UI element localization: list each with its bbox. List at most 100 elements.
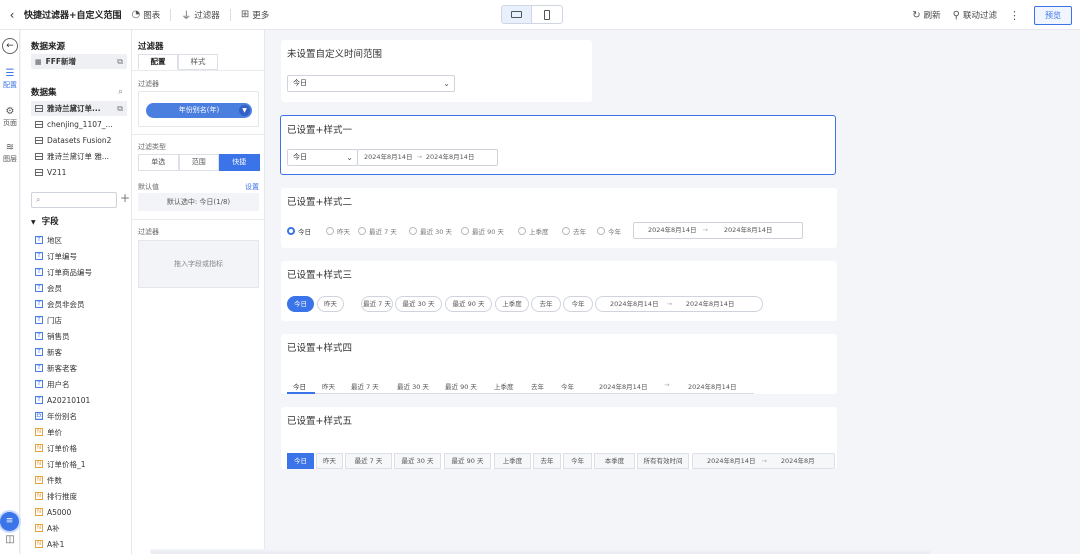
quick-range-chip[interactable]: 今年 xyxy=(563,296,593,312)
dataset-item[interactable]: V211 xyxy=(31,165,127,180)
field-item[interactable]: D 年份别名 xyxy=(35,409,77,423)
fields-heading[interactable]: ▼ 字段 xyxy=(31,215,59,227)
field-item[interactable]: T 地区 xyxy=(35,233,62,247)
quick-range-button[interactable]: 所有有效时间 xyxy=(637,453,689,469)
type-quick-button[interactable]: 快捷 xyxy=(219,154,260,171)
more-button[interactable]: ⊞ 更多 xyxy=(241,9,269,21)
field-search-input[interactable]: ⌕ xyxy=(31,192,117,208)
dataset-item[interactable]: Datasets Fusion2 xyxy=(31,133,127,148)
dataset-item[interactable]: 雅诗兰黛订单... ⧉ xyxy=(31,101,127,116)
tab-style[interactable]: 样式 xyxy=(178,54,218,70)
linked-filter-button[interactable]: ⚲ 联动过滤 xyxy=(953,9,997,22)
field-item[interactable]: N A5000 xyxy=(35,505,71,519)
field-item[interactable]: N A补1 xyxy=(35,537,64,551)
collapse-icon[interactable]: ← xyxy=(2,38,18,54)
field-item[interactable]: T 会员非会员 xyxy=(35,297,85,311)
rail-page[interactable]: ⚙ 页面 xyxy=(0,106,20,128)
quick-range-button[interactable]: 昨天 xyxy=(316,453,343,469)
filter-card[interactable]: 已设置+样式三 今日 昨天 最近 7 天最近 30 天最近 90 天上季度 去年 今年 … xyxy=(281,261,837,321)
quick-range-tab[interactable]: 最近 7 天 xyxy=(351,381,379,391)
type-range-button[interactable]: 范围 xyxy=(178,154,219,171)
filter-card[interactable]: 已设置+样式二 今日 昨天 最近 7 天最近 30 天最近 90 天上季度 去年 今年 … xyxy=(281,188,837,248)
quick-range-chip[interactable]: 最近 30 天 xyxy=(395,296,442,312)
quick-range-button[interactable]: 去年 xyxy=(533,453,561,469)
field-drop-zone[interactable]: 拖入字段或指标 xyxy=(138,240,259,288)
radio-option[interactable]: 最近 90 天 xyxy=(461,226,504,236)
field-item[interactable]: T A20210101 xyxy=(35,393,90,407)
filter-field-pill[interactable]: 年份别名(年) ▼ xyxy=(146,103,252,118)
date-range[interactable]: 2024年8月14日 → 2024年8月 xyxy=(692,453,835,469)
quick-range-tab[interactable]: 去年 xyxy=(531,381,544,391)
quick-range-chip[interactable]: 去年 xyxy=(531,296,561,312)
quick-range-tab[interactable]: 昨天 xyxy=(322,381,335,391)
radio-option[interactable]: 上季度 xyxy=(518,226,549,236)
filter-card[interactable]: 已设置+样式五 今日 昨天 最近 7 天最近 30 天最近 90 天上季度 去年 今年本… xyxy=(281,407,837,469)
quick-range-chip[interactable]: 上季度 xyxy=(495,296,529,312)
date-from[interactable]: 2024年8月14日 xyxy=(599,381,647,391)
quick-range-button[interactable]: 最近 90 天 xyxy=(444,453,491,469)
add-field-icon[interactable]: + xyxy=(120,191,130,205)
more-vertical-icon[interactable]: ⋮ xyxy=(1009,9,1020,22)
rail-config[interactable]: ☰ 配置 xyxy=(0,68,20,90)
field-item[interactable]: T 门店 xyxy=(35,313,62,327)
field-item[interactable]: N 订单价格_1 xyxy=(35,457,86,471)
radio-option[interactable]: 今日 xyxy=(287,226,311,236)
filter-card[interactable]: 未设置自定义时间范围 今日 ⌄ xyxy=(281,40,592,102)
quick-range-tab[interactable]: 最近 30 天 xyxy=(397,381,429,391)
quick-range-button[interactable]: 今日 xyxy=(287,453,314,469)
field-item[interactable]: T 新客老客 xyxy=(35,361,77,375)
filter-card-selected[interactable]: 已设置+样式一 今日 ⌄ 2024年8月14日 → 2024年8月14日 xyxy=(280,115,836,175)
quick-range-button[interactable]: 今年 xyxy=(563,453,592,469)
date-to[interactable]: 2024年8月14日 xyxy=(688,381,736,391)
field-item[interactable]: N 订单价格 xyxy=(35,441,77,455)
quick-range-tab[interactable]: 今年 xyxy=(561,381,574,391)
field-item[interactable]: N A补 xyxy=(35,521,60,535)
field-item[interactable]: N 单价 xyxy=(35,425,62,439)
mobile-view-button[interactable] xyxy=(532,6,562,23)
quick-range-button[interactable]: 上季度 xyxy=(494,453,531,469)
quick-range-button[interactable]: 本季度 xyxy=(594,453,635,469)
desktop-view-button[interactable] xyxy=(502,6,532,23)
refresh-button[interactable]: ↻ 刷新 xyxy=(912,9,940,22)
dataset-item[interactable]: chenjing_1107_... xyxy=(31,117,127,132)
field-item[interactable]: N 件数 xyxy=(35,473,62,487)
data-source-item[interactable]: ▦ FFF新增 ⧉ xyxy=(31,54,127,69)
quick-range-button[interactable]: 最近 7 天 xyxy=(345,453,392,469)
rail-layer[interactable]: ≋ 图层 xyxy=(0,142,20,164)
panel-toggle-icon[interactable]: ◫ xyxy=(0,534,20,546)
field-item[interactable]: N 排行推度 xyxy=(35,489,77,503)
radio-option[interactable]: 昨天 xyxy=(326,226,350,236)
preview-button[interactable]: 预览 xyxy=(1034,5,1072,25)
radio-option[interactable]: 去年 xyxy=(562,226,586,236)
field-item[interactable]: T 订单编号 xyxy=(35,249,77,263)
filter-button[interactable]: ⏚ 过滤器 xyxy=(181,7,220,23)
radio-option[interactable]: 今年 xyxy=(597,226,621,236)
quick-range-tab[interactable]: 今日 xyxy=(293,381,306,391)
dataset-item[interactable]: 雅诗兰黛订单 雅... xyxy=(31,149,127,164)
date-range[interactable]: 2024年8月14日 → 2024年8月14日 xyxy=(357,149,498,166)
set-default-link[interactable]: 设置 xyxy=(245,182,259,192)
chart-button[interactable]: ◔ 图表 xyxy=(132,9,161,21)
time-select[interactable]: 今日 ⌄ xyxy=(287,75,455,92)
date-range[interactable]: 2024年8月14日 → 2024年8月14日 xyxy=(595,296,763,312)
date-range[interactable]: 2024年8月14日 → 2024年8月14日 xyxy=(633,222,803,239)
quick-range-button[interactable]: 最近 30 天 xyxy=(394,453,441,469)
radio-option[interactable]: 最近 7 天 xyxy=(358,226,397,236)
quick-range-chip[interactable]: 昨天 xyxy=(317,296,344,312)
field-item[interactable]: T 新客 xyxy=(35,345,62,359)
field-item[interactable]: T 订单商品编号 xyxy=(35,265,92,279)
tab-config[interactable]: 配置 xyxy=(138,54,178,70)
chevron-down-icon[interactable]: ▼ xyxy=(239,105,250,116)
quick-range-tab[interactable]: 上季度 xyxy=(494,381,514,391)
type-single-button[interactable]: 单选 xyxy=(138,154,179,171)
radio-option[interactable]: 最近 30 天 xyxy=(409,226,452,236)
assistant-icon[interactable]: ≡ xyxy=(0,512,19,531)
field-item[interactable]: T 销售员 xyxy=(35,329,70,343)
copy-icon[interactable]: ⧉ xyxy=(117,104,123,114)
quick-range-tab[interactable]: 最近 90 天 xyxy=(445,381,477,391)
field-item[interactable]: T 会员 xyxy=(35,281,62,295)
back-icon[interactable]: ‹ xyxy=(2,8,22,22)
field-item[interactable]: T 用户名 xyxy=(35,377,70,391)
quick-range-chip[interactable]: 今日 xyxy=(287,296,314,312)
copy-icon[interactable]: ⧉ xyxy=(117,57,123,67)
